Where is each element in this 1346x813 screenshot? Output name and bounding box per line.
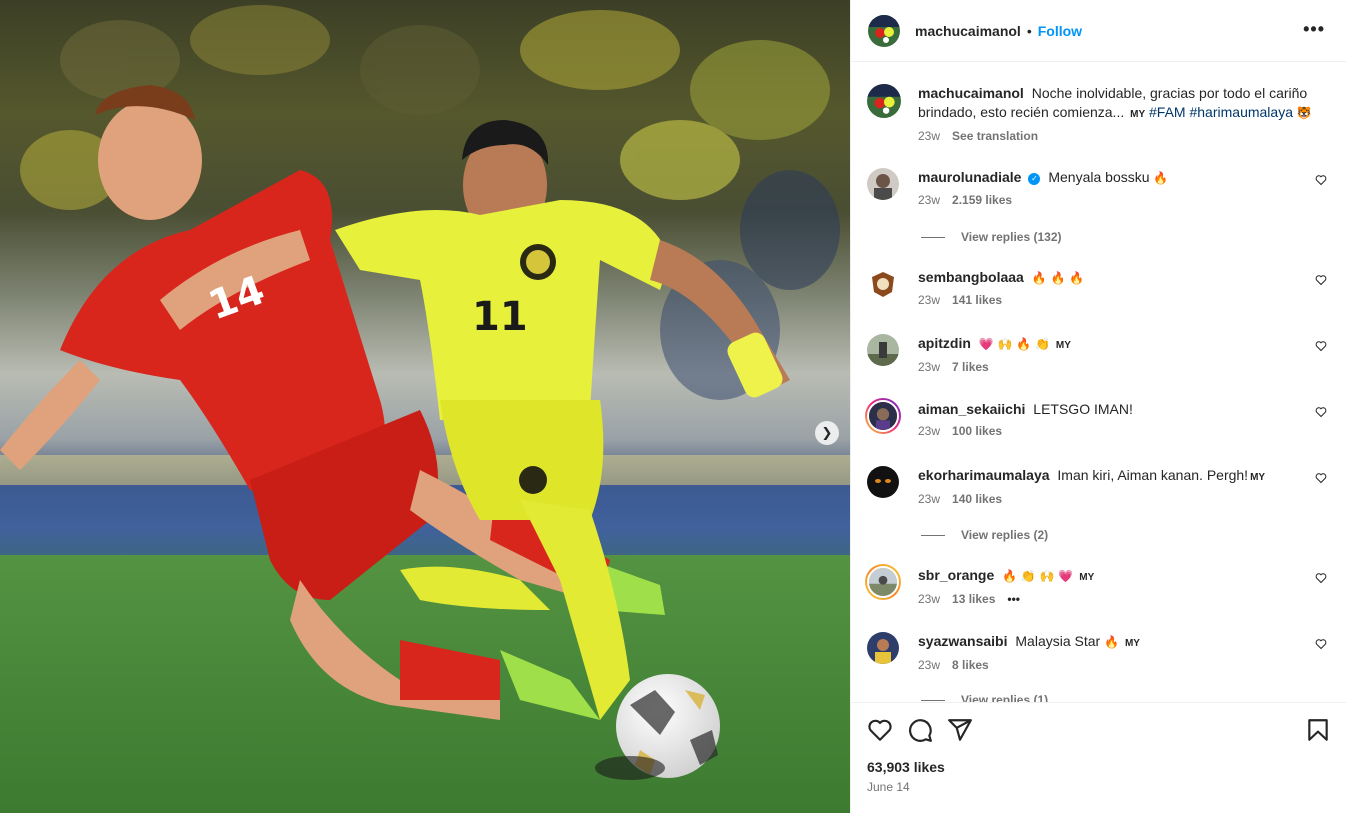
comment-username[interactable]: ekorharimaumalaya — [918, 467, 1050, 483]
comment-likes[interactable]: 141 likes — [952, 293, 1002, 307]
view-replies-button[interactable]: View replies (1) — [921, 693, 1048, 702]
like-comment-heart-icon[interactable] — [1315, 472, 1327, 484]
comment-badge: MY — [1079, 572, 1095, 583]
comment-username[interactable]: aiman_sekaiichi — [918, 401, 1025, 417]
comment-username[interactable]: syazwansaibi — [918, 633, 1008, 649]
comment-time[interactable]: 23w — [918, 193, 940, 207]
comment-likes[interactable]: 7 likes — [952, 360, 989, 374]
comment-badge: MY — [1250, 472, 1266, 483]
comment-emojis: 🔥 🔥 🔥 — [1031, 271, 1085, 285]
tiger-emoji: 🐯 — [1296, 106, 1312, 120]
comment-time[interactable]: 23w — [918, 293, 940, 307]
comment-text: LETSGO IMAN! — [1033, 401, 1133, 417]
comment-emojis: 🔥 — [1153, 171, 1169, 185]
comment-time[interactable]: 23w — [918, 424, 940, 438]
post-actions — [867, 717, 1331, 745]
comment-icon[interactable] — [907, 717, 933, 743]
replies-divider — [921, 534, 945, 536]
post-header: machucaimanol • Follow ••• — [851, 0, 1346, 62]
comment-more-options-icon[interactable]: ••• — [1007, 592, 1020, 606]
caption-badge: MY — [1130, 109, 1146, 120]
like-comment-heart-icon[interactable] — [1315, 406, 1327, 418]
author-username[interactable]: machucaimanol — [915, 23, 1021, 39]
post-date[interactable]: June 14 — [867, 780, 910, 794]
commenter-avatar[interactable] — [867, 268, 899, 300]
next-image-button[interactable]: ❯ — [815, 421, 839, 445]
view-replies-button[interactable]: View replies (2) — [921, 528, 1048, 542]
comment-badge: MY — [1124, 638, 1140, 649]
comment-emojis: 🔥 — [1104, 635, 1120, 649]
comment-username[interactable]: apitzdin — [918, 335, 971, 351]
comment-emojis: 💗 🙌 🔥 👏 — [978, 337, 1050, 351]
commenter-avatar[interactable] — [865, 564, 901, 600]
hashtag-fam[interactable]: #FAM — [1149, 104, 1186, 120]
chevron-right-icon: ❯ — [821, 425, 833, 441]
comments-list: machucaimanol Noche inolvidable, gracias… — [851, 62, 1346, 702]
comment-time[interactable]: 23w — [918, 592, 940, 606]
comment-emojis: 🔥 👏 🙌 💗 — [1002, 569, 1074, 583]
comment-likes[interactable]: 2.159 likes — [952, 193, 1012, 207]
comment-likes[interactable]: 8 likes — [952, 658, 989, 672]
see-translation-button[interactable]: See translation — [952, 129, 1038, 143]
post-image[interactable]: 14 11 ❯ — [0, 0, 850, 813]
comment-likes[interactable]: 140 likes — [952, 492, 1002, 506]
comment-username[interactable]: maurolunadiale — [918, 169, 1021, 185]
like-comment-heart-icon[interactable] — [1315, 572, 1327, 584]
post-side-panel: machucaimanol • Follow ••• machucaimanol… — [850, 0, 1346, 813]
view-replies-button[interactable]: View replies (132) — [921, 230, 1062, 244]
caption-time[interactable]: 23w — [918, 129, 940, 143]
heart-icon[interactable] — [867, 717, 893, 743]
comment-username[interactable]: sbr_orange — [918, 567, 994, 583]
commenter-avatar[interactable] — [867, 632, 899, 664]
comment-time[interactable]: 23w — [918, 492, 940, 506]
verified-badge-icon: ✓ — [1028, 173, 1041, 185]
send-icon[interactable] — [947, 717, 973, 743]
more-options-icon[interactable]: ••• — [1303, 20, 1325, 38]
caption-username[interactable]: machucaimanol — [918, 85, 1024, 101]
comment-likes[interactable]: 100 likes — [952, 424, 1002, 438]
likes-count[interactable]: 63,903 likes — [867, 759, 945, 775]
commenter-avatar[interactable] — [865, 398, 901, 434]
comment-likes[interactable]: 13 likes — [952, 592, 995, 606]
commenter-avatar[interactable] — [867, 466, 899, 498]
header-separator: • — [1026, 22, 1032, 39]
caption-avatar[interactable] — [867, 84, 901, 118]
follow-button[interactable]: Follow — [1038, 23, 1082, 39]
comment-time[interactable]: 23w — [918, 658, 940, 672]
bookmark-icon[interactable] — [1305, 717, 1331, 743]
comment-text: Malaysia Star — [1015, 633, 1101, 649]
post-footer: 63,903 likes June 14 — [851, 702, 1346, 813]
like-comment-heart-icon[interactable] — [1315, 340, 1327, 352]
commenter-avatar[interactable] — [867, 168, 899, 200]
comment-text: Iman kiri, Aiman kanan. Pergh! — [1057, 467, 1249, 483]
author-avatar[interactable] — [868, 14, 900, 47]
football-photo: 14 11 — [0, 5, 850, 813]
comment-badge: MY — [1055, 340, 1071, 351]
caption-text: machucaimanol Noche inolvidable, gracias… — [918, 84, 1318, 124]
like-comment-heart-icon[interactable] — [1315, 638, 1327, 650]
like-comment-heart-icon[interactable] — [1315, 274, 1327, 286]
comment-time[interactable]: 23w — [918, 360, 940, 374]
hashtag-harimaumalaya[interactable]: #harimaumalaya — [1189, 104, 1293, 120]
view-replies-label: View replies (2) — [961, 528, 1049, 542]
comment-text: Menyala bossku — [1048, 169, 1150, 185]
commenter-avatar[interactable] — [867, 334, 899, 366]
view-replies-label: View replies (132) — [961, 230, 1062, 244]
replies-divider — [921, 236, 945, 238]
comment-username[interactable]: sembangbolaaa — [918, 269, 1024, 285]
replies-divider — [921, 699, 945, 701]
view-replies-label: View replies (1) — [961, 693, 1049, 702]
yellow-jersey-number: 11 — [472, 294, 528, 340]
like-comment-heart-icon[interactable] — [1315, 174, 1327, 186]
